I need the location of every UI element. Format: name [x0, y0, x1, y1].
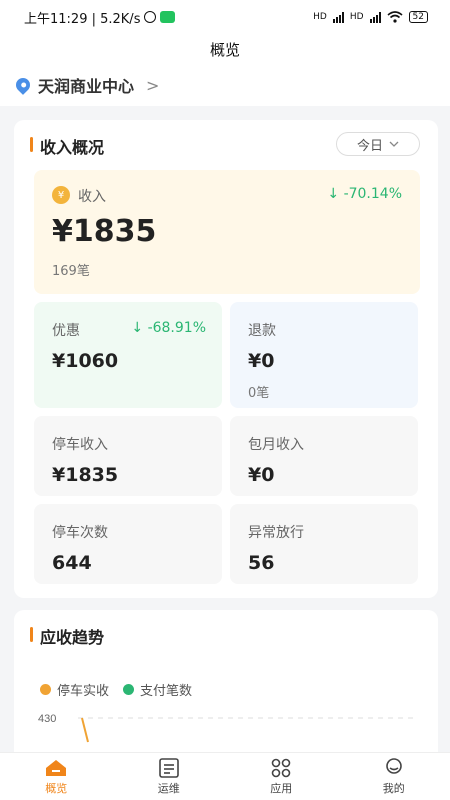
legend-dot-payment-count	[123, 684, 135, 695]
parking-income-value: ¥1835	[52, 464, 119, 486]
income-total-change: ↓ -70.14%	[327, 186, 402, 202]
abnormal-release-label: 异常放行	[248, 525, 304, 541]
wifi-icon	[387, 11, 403, 23]
status-bar: 上午11:29 | 5.2K/s HD HD 52	[0, 0, 450, 34]
tab-overview[interactable]: 概览	[0, 753, 113, 800]
discount-label: 优惠	[52, 323, 80, 339]
legend-label-payment-count: 支付笔数	[140, 684, 193, 699]
discount-tile[interactable]: 优惠 ↓ -68.91% ¥1060	[34, 302, 222, 408]
income-total-count: 169笔	[52, 264, 90, 279]
period-select-label: 今日	[356, 138, 383, 154]
top-bar: 概览	[0, 34, 450, 64]
income-total-label: 收入	[78, 189, 106, 205]
bottom-tab-bar: 概览 运维 应用 我的	[0, 752, 450, 800]
battery-icon: 52	[408, 11, 428, 23]
refund-label: 退款	[248, 323, 276, 339]
legend-item-parking-received[interactable]: 停车实收	[40, 680, 109, 699]
chevron-right-icon: >	[146, 75, 160, 95]
discount-change: ↓ -68.91%	[131, 320, 206, 336]
arrow-down-icon: ↓	[327, 186, 340, 202]
status-time: 上午11:29 | 5.2K/s	[24, 11, 141, 27]
trend-section-title: 应收趋势	[30, 624, 104, 648]
status-left: 上午11:29 | 5.2K/s	[24, 8, 176, 27]
tab-apps-label: 应用	[270, 781, 293, 795]
income-total-value: ¥1835	[52, 214, 157, 249]
tab-maintenance[interactable]: 运维	[113, 753, 226, 800]
tab-mine[interactable]: 我的	[338, 753, 450, 800]
monthly-income-tile[interactable]: 包月收入 ¥0	[230, 416, 418, 496]
abnormal-release-value: 56	[248, 552, 275, 574]
wechat-icon	[160, 11, 176, 23]
status-right: HD HD 52	[313, 11, 428, 23]
income-section-title: 收入概况	[30, 134, 104, 158]
location-name: 天润商业中心	[38, 77, 135, 96]
parking-count-tile[interactable]: 停车次数 644	[34, 504, 222, 584]
chart-legend: 停车实收 支付笔数	[40, 680, 192, 699]
coin-icon: ¥	[52, 186, 70, 204]
income-total-box[interactable]: ¥ 收入 ↓ -70.14% ¥1835 169笔	[34, 170, 420, 294]
tab-overview-label: 概览	[45, 781, 68, 795]
location-pin-icon	[13, 75, 33, 95]
income-total-change-value: -70.14%	[343, 186, 402, 202]
signal-icon-2	[369, 11, 381, 23]
abnormal-release-tile[interactable]: 异常放行 56	[230, 504, 418, 584]
chevron-down-icon	[389, 141, 399, 147]
signal-hd-label: HD	[313, 12, 327, 22]
location-selector[interactable]: 天润商业中心 >	[0, 64, 450, 106]
legend-label-parking-received: 停车实收	[57, 684, 110, 699]
parking-income-tile[interactable]: 停车收入 ¥1835	[34, 416, 222, 496]
monthly-income-value: ¥0	[248, 464, 275, 486]
alarm-icon	[144, 11, 157, 23]
arrow-down-icon: ↓	[131, 320, 144, 336]
period-select[interactable]: 今日	[336, 132, 420, 156]
tab-apps[interactable]: 应用	[225, 753, 338, 800]
signal-hd-label-2: HD	[349, 12, 364, 22]
tab-mine-label: 我的	[382, 781, 405, 795]
y-tick-label: 430	[38, 713, 56, 725]
series-line-parking-received	[81, 717, 89, 743]
refund-count: 0笔	[248, 386, 270, 401]
home-icon	[46, 759, 67, 776]
discount-value: ¥1060	[52, 350, 119, 372]
legend-item-payment-count[interactable]: 支付笔数	[123, 680, 192, 699]
parking-count-label: 停车次数	[52, 525, 108, 541]
page-title: 概览	[209, 40, 240, 59]
user-icon	[385, 757, 402, 774]
legend-dot-parking-received	[40, 684, 51, 695]
list-icon	[158, 757, 179, 778]
parking-income-label: 停车收入	[52, 437, 108, 453]
income-overview-card: 收入概况 今日 ¥ 收入 ↓ -70.14% ¥1835 169笔 优惠 ↓ -…	[14, 120, 438, 598]
tab-maintenance-label: 运维	[157, 781, 180, 795]
discount-change-value: -68.91%	[147, 320, 206, 336]
parking-count-value: 644	[52, 552, 92, 574]
signal-icon	[332, 11, 344, 23]
grid-icon	[271, 758, 291, 777]
monthly-income-label: 包月收入	[248, 437, 304, 453]
refund-tile[interactable]: 退款 ¥0 0笔	[230, 302, 418, 408]
refund-value: ¥0	[248, 350, 275, 372]
